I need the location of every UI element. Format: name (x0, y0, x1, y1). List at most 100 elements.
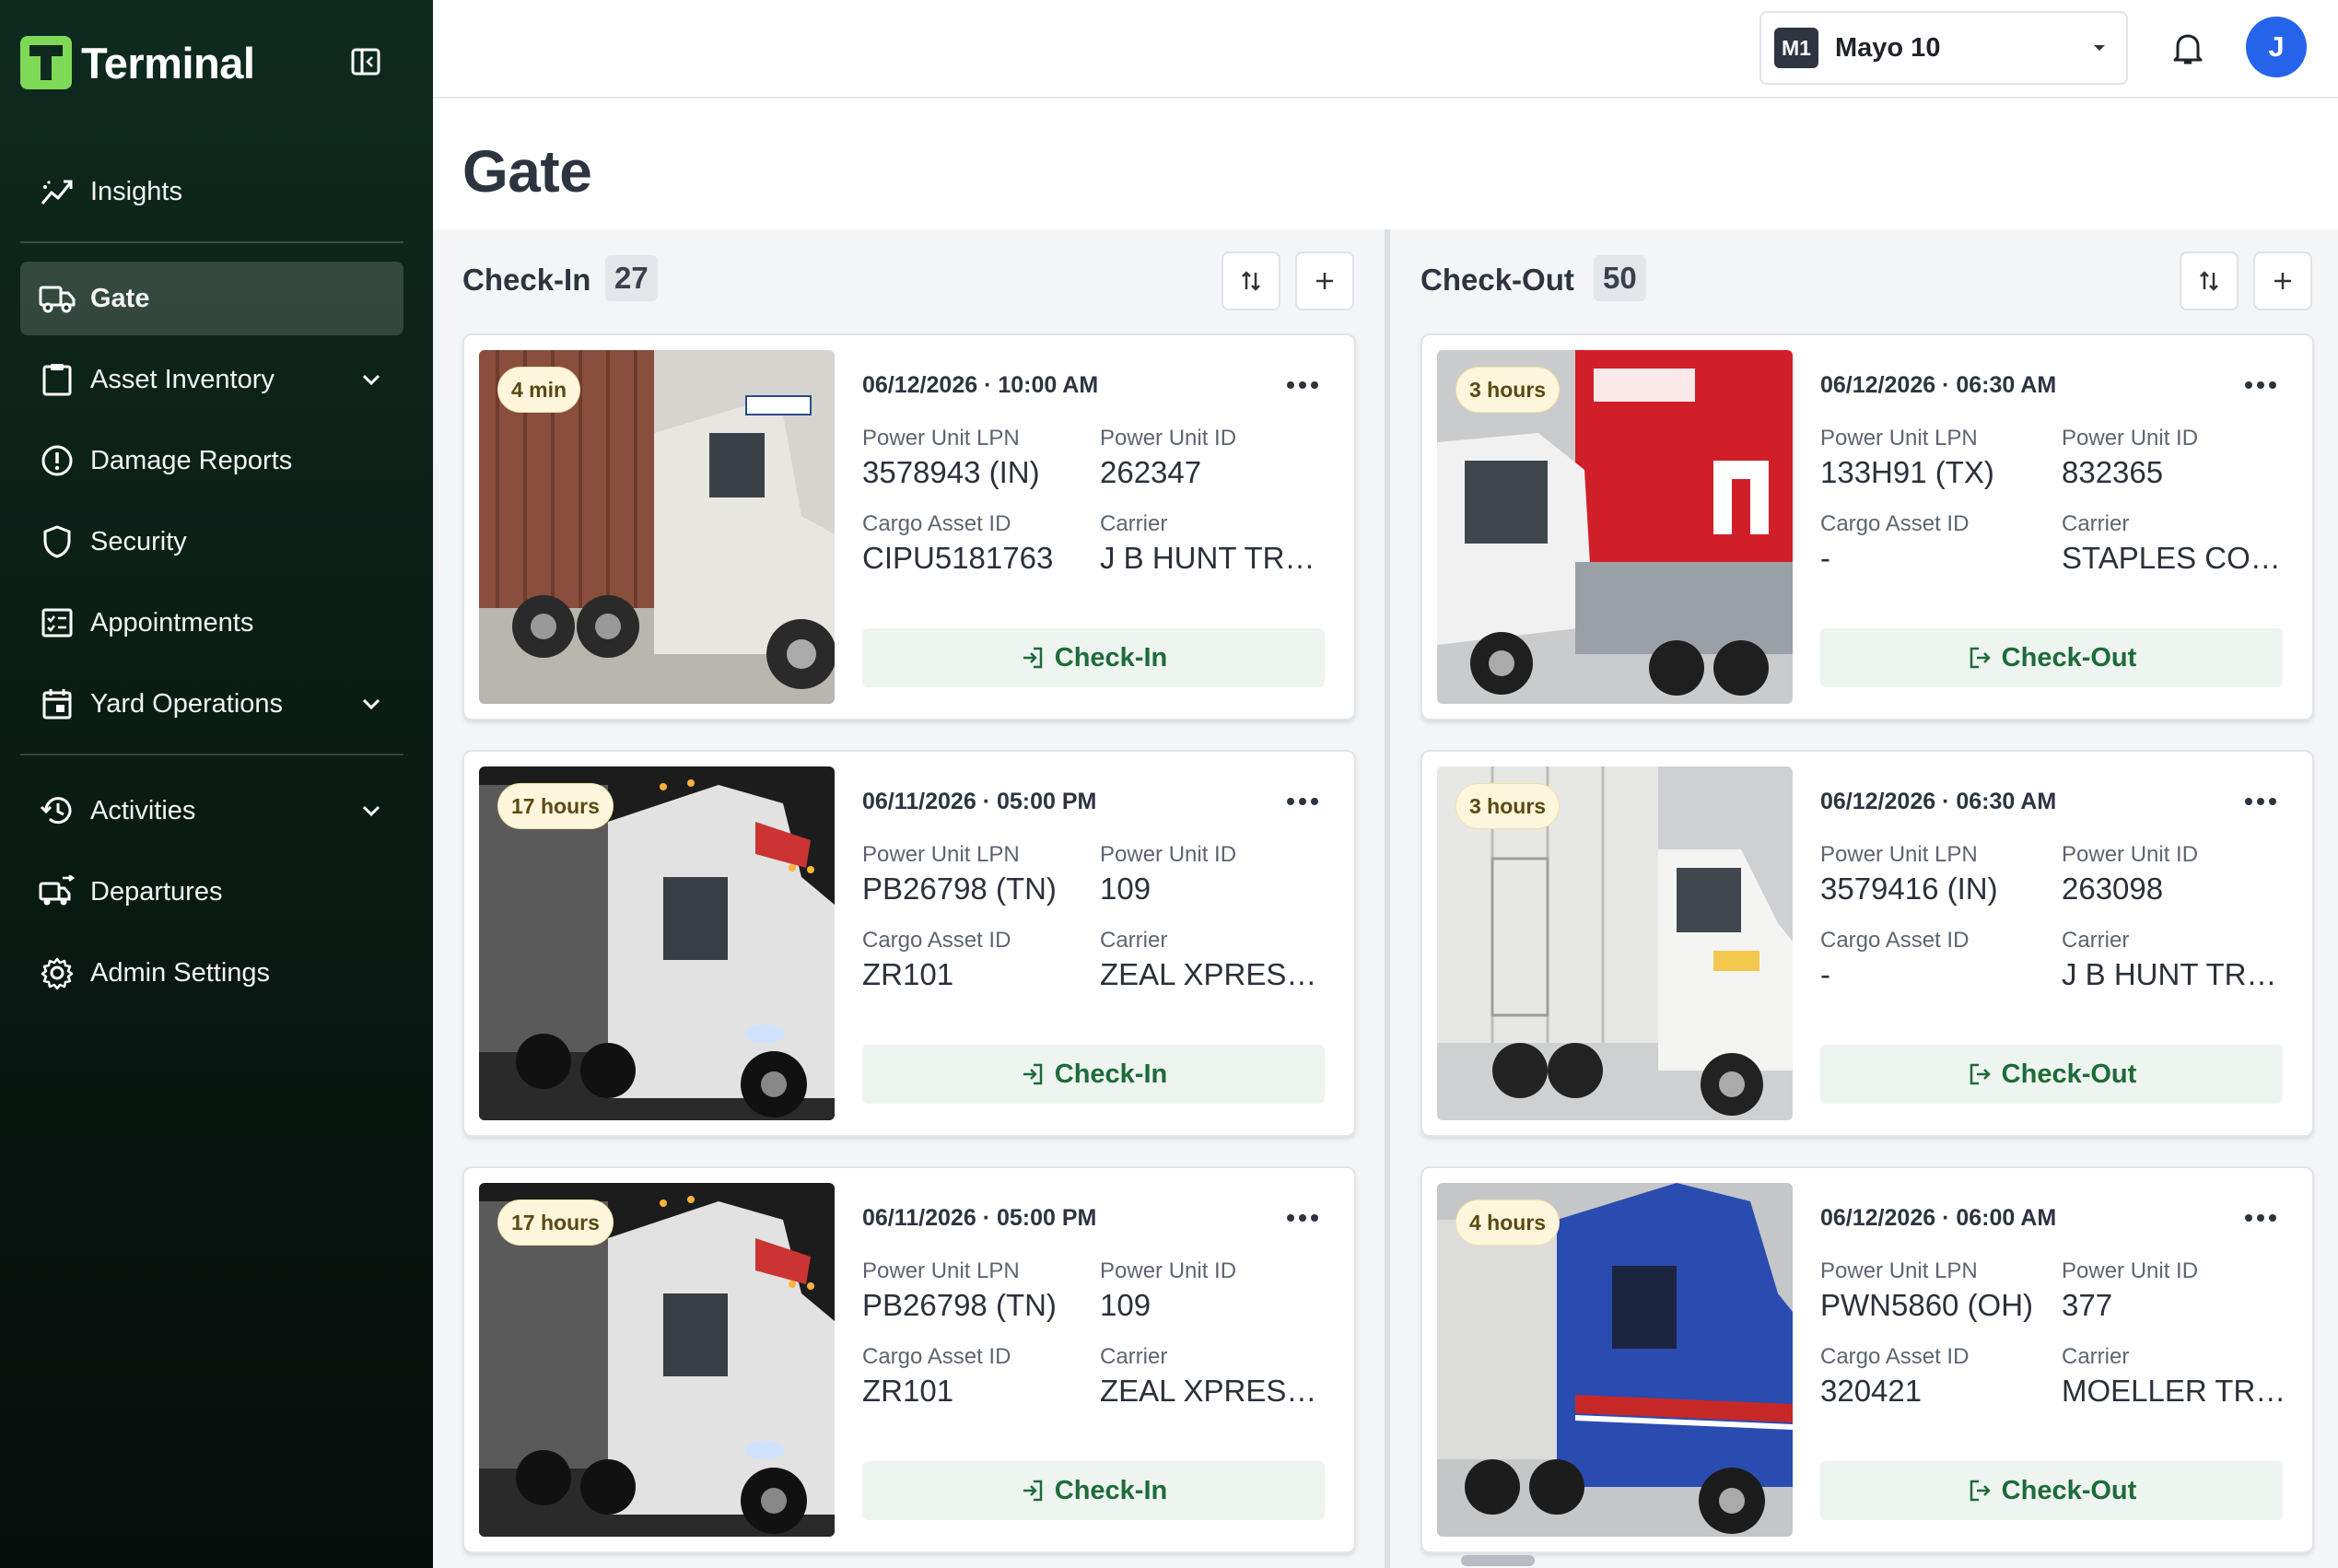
checkout-sort-button[interactable] (2180, 252, 2239, 310)
more-options-button[interactable] (1279, 1199, 1327, 1236)
sidebar-item-activities[interactable]: Activities (20, 774, 403, 848)
chevron-down-icon[interactable] (357, 797, 385, 825)
alert-circle-icon (39, 442, 76, 479)
user-avatar[interactable]: J (2246, 17, 2307, 77)
more-horizontal-icon (2245, 798, 2276, 805)
checkin-card[interactable]: 4 min 06/12/2026 · 10:00 AM Power Unit L… (462, 333, 1356, 720)
brand[interactable]: Terminal (20, 35, 255, 90)
login-icon (1023, 1480, 1042, 1502)
carrier-label: Carrier (1100, 511, 1168, 536)
more-options-button[interactable] (1279, 367, 1327, 404)
bell-icon (2173, 34, 2203, 64)
more-horizontal-icon (1287, 381, 1318, 389)
collapse-sidebar-button[interactable] (348, 44, 383, 79)
lpn-value: 3579416 (IN) (1820, 872, 1998, 906)
notifications-button[interactable] (2165, 26, 2211, 72)
unit-id-label: Power Unit ID (2062, 842, 2199, 867)
lpn-value: 133H91 (TX) (1820, 455, 1994, 489)
card-datetime: 06/12/2026 · 06:30 AM (1820, 789, 2057, 814)
sidebar: Terminal Insights Gate Asset Inventory D… (0, 0, 433, 1568)
sidebar-item-damage-reports[interactable]: Damage Reports (20, 424, 403, 497)
check-in-button[interactable]: Check-In (862, 628, 1325, 687)
lpn-value: PWN5860 (OH) (1820, 1288, 2034, 1322)
checkin-title: Check-In (462, 263, 591, 297)
checkin-card[interactable]: 17 hours 06/11/2026 · 05:00 PM Power Uni… (462, 750, 1356, 1137)
check-in-button[interactable]: Check-In (862, 1045, 1325, 1104)
checkin-sort-button[interactable] (1222, 252, 1280, 310)
unit-id-label: Power Unit ID (2062, 1258, 2199, 1283)
card-details: 06/11/2026 · 05:00 PM Power Unit LPN PB2… (862, 766, 1330, 1120)
sidebar-item-security[interactable]: Security (20, 505, 403, 579)
truck-icon (39, 280, 76, 317)
truck-photo: 17 hours (479, 766, 835, 1120)
checkout-card[interactable]: 4 hours 06/12/2026 · 06:00 AM Power Unit… (1420, 1166, 2314, 1553)
unit-id-label: Power Unit ID (1100, 842, 1237, 867)
cargo-label: Cargo Asset ID (862, 928, 1011, 953)
carrier-label: Carrier (2062, 1344, 2130, 1369)
checkout-column-header: Check-Out 50 (1420, 252, 2314, 310)
logout-icon (1970, 1063, 1991, 1085)
logout-icon (1970, 1480, 1991, 1502)
card-datetime: 06/12/2026 · 06:30 AM (1820, 372, 2057, 398)
more-options-button[interactable] (2237, 1199, 2285, 1236)
horizontal-scrollbar[interactable] (1461, 1555, 1535, 1566)
card-details: 06/12/2026 · 06:00 AM Power Unit LPN PWN… (1820, 1183, 2292, 1537)
card-datetime: 06/11/2026 · 05:00 PM (862, 789, 1097, 814)
truck-photo: 3 hours (1437, 766, 1793, 1120)
chevron-down-icon[interactable] (357, 690, 385, 718)
shield-icon (39, 523, 76, 560)
sidebar-item-yard-operations[interactable]: Yard Operations (20, 667, 403, 741)
card-details: 06/12/2026 · 06:30 AM Power Unit LPN 133… (1820, 350, 2292, 704)
checkout-card[interactable]: 3 hours 06/12/2026 · 06:30 AM Power Unit… (1420, 750, 2314, 1137)
carrier-label: Carrier (1100, 1344, 1168, 1369)
more-options-button[interactable] (2237, 783, 2285, 820)
location-select[interactable]: M1 Mayo 10 (1759, 11, 2128, 85)
check-out-button[interactable]: Check-Out (1820, 628, 2283, 687)
check-out-button[interactable]: Check-Out (1820, 1045, 2283, 1104)
checkout-card[interactable]: 3 hours 06/12/2026 · 06:30 AM Power Unit… (1420, 333, 2314, 720)
location-badge: M1 (1774, 28, 1818, 68)
check-out-button[interactable]: Check-Out (1820, 1461, 2283, 1520)
login-icon (1023, 1063, 1042, 1085)
lpn-label: Power Unit LPN (862, 426, 1020, 451)
sort-icon (2200, 271, 2218, 291)
unit-id-label: Power Unit ID (1100, 426, 1237, 451)
more-options-button[interactable] (2237, 367, 2285, 404)
plus-icon (1316, 273, 1333, 289)
checkin-card[interactable]: 17 hours 06/11/2026 · 05:00 PM Power Uni… (462, 1166, 1356, 1553)
sidebar-item-gate[interactable]: Gate (20, 262, 403, 335)
unit-id-label: Power Unit ID (1100, 1258, 1237, 1283)
cargo-value: 320421 (1820, 1374, 1923, 1408)
lpn-label: Power Unit LPN (1820, 842, 1978, 867)
lpn-label: Power Unit LPN (862, 842, 1020, 867)
checkout-count: 50 (1594, 255, 1646, 301)
plus-icon (2274, 273, 2291, 289)
login-icon (1023, 647, 1042, 669)
brand-name: Terminal (81, 38, 255, 88)
checkout-column: Check-Out 50 3 hours 06/12/2026 · 06:30 … (1420, 229, 2332, 1568)
chevron-down-icon[interactable] (357, 366, 385, 393)
sort-icon (1242, 271, 1260, 291)
sidebar-item-departures[interactable]: Departures (20, 855, 403, 929)
sidebar-item-appointments[interactable]: Appointments (20, 586, 403, 660)
sidebar-item-admin-settings[interactable]: Admin Settings (20, 936, 403, 1010)
lpn-value: 3578943 (IN) (862, 455, 1040, 489)
gate-board: Check-In 27 4 min 06/12/2026 · 10:00 AM … (433, 229, 2338, 1568)
carrier-label: Carrier (2062, 928, 2130, 953)
checkout-add-button[interactable] (2253, 252, 2312, 310)
logout-icon (1970, 647, 1991, 669)
unit-id-value: 109 (1100, 872, 1151, 906)
checkin-add-button[interactable] (1295, 252, 1354, 310)
unit-id-value: 377 (2062, 1288, 2113, 1322)
sidebar-item-asset-inventory[interactable]: Asset Inventory (20, 343, 403, 416)
age-badge: 3 hours (1455, 783, 1561, 829)
card-details: 06/12/2026 · 06:30 AM Power Unit LPN 357… (1820, 766, 2292, 1120)
sidebar-item-insights[interactable]: Insights (20, 155, 403, 228)
checkin-column-header: Check-In 27 (462, 252, 1356, 310)
check-in-button[interactable]: Check-In (862, 1461, 1325, 1520)
more-options-button[interactable] (1279, 783, 1327, 820)
lpn-value: PB26798 (TN) (862, 1288, 1057, 1322)
cargo-label: Cargo Asset ID (1820, 928, 1970, 953)
cargo-label: Cargo Asset ID (1820, 511, 1970, 536)
nav-divider (20, 241, 403, 243)
